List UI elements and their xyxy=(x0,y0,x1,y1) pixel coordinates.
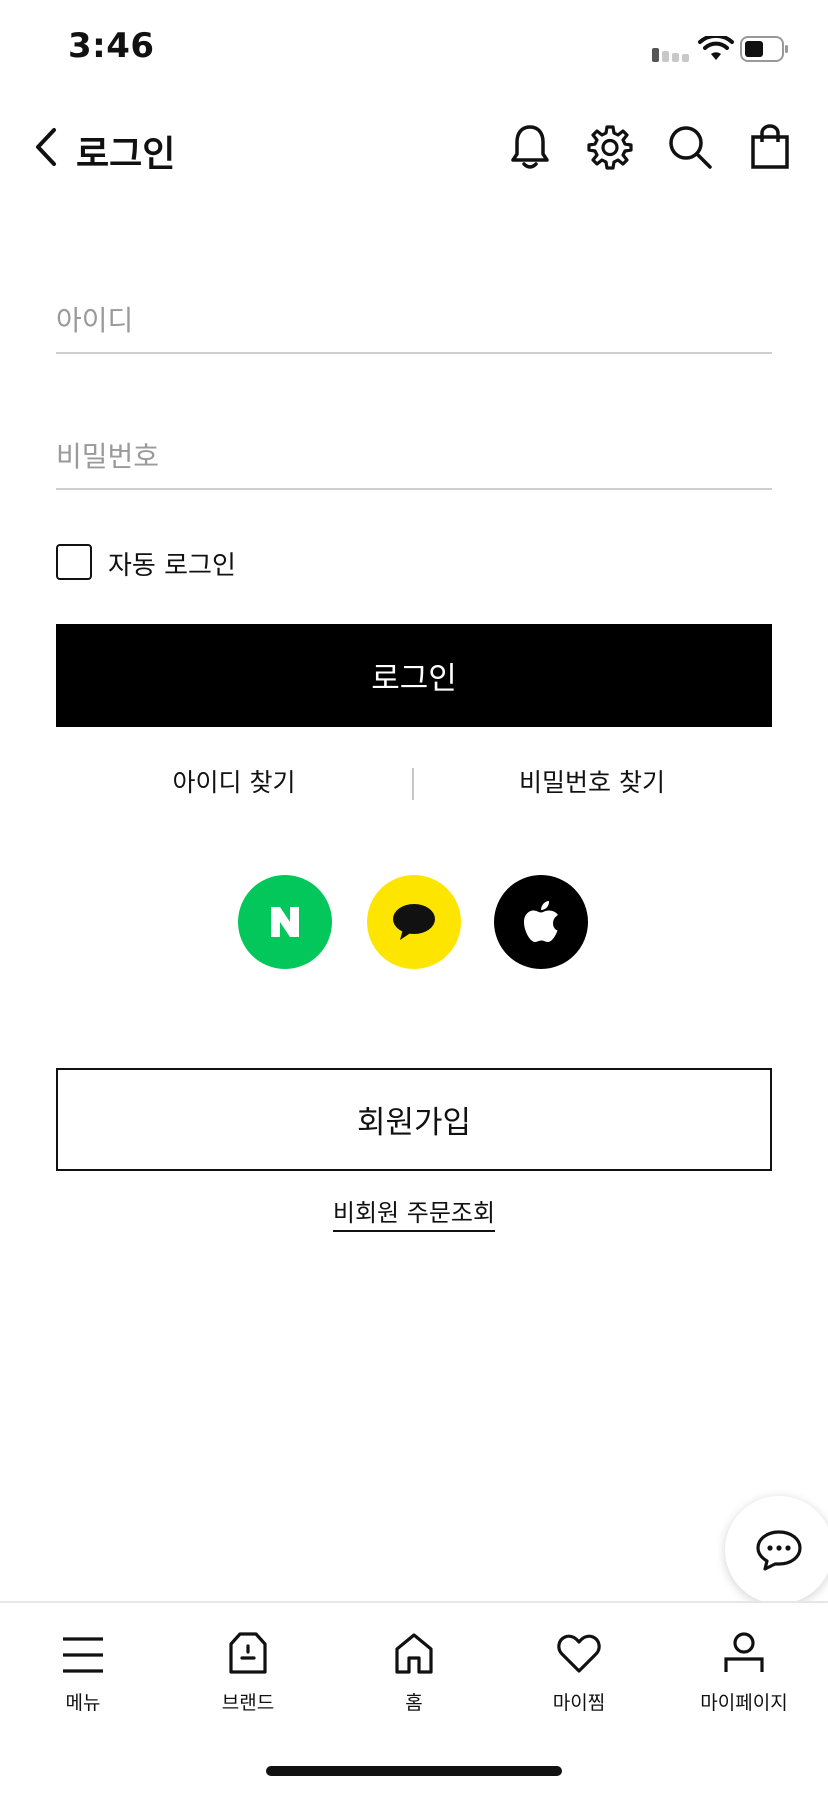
notification-button[interactable] xyxy=(506,122,554,172)
chat-button[interactable] xyxy=(725,1496,828,1604)
login-button[interactable]: 로그인 xyxy=(56,624,772,727)
tab-menu[interactable]: 메뉴 xyxy=(8,1622,158,1715)
cellular-signal-icon xyxy=(652,48,689,62)
shopping-bag-icon xyxy=(751,124,789,169)
password-input[interactable] xyxy=(56,428,772,484)
tab-label: 메뉴 xyxy=(65,1692,101,1714)
home-indicator[interactable] xyxy=(266,1766,562,1776)
kakao-login-button[interactable] xyxy=(367,875,461,969)
id-input[interactable] xyxy=(56,292,772,348)
tab-wishlist[interactable]: 마이찜 xyxy=(504,1622,654,1715)
guest-order-link[interactable]: 비회원 주문조회 xyxy=(0,1193,828,1232)
tab-label: 마이찜 xyxy=(552,1692,606,1714)
status-time: 3:46 xyxy=(68,26,155,66)
guest-order-label[interactable]: 비회원 주문조회 xyxy=(332,1199,496,1232)
menu-icon xyxy=(63,1637,103,1673)
password-field[interactable] xyxy=(56,428,772,490)
tag-icon xyxy=(229,1632,267,1674)
tab-label: 홈 xyxy=(405,1692,423,1714)
cart-button[interactable] xyxy=(746,122,794,172)
find-password-link[interactable]: 비밀번호 찾기 xyxy=(442,763,742,799)
id-field[interactable] xyxy=(56,292,772,354)
naver-n-icon xyxy=(271,907,299,937)
tab-home[interactable]: 홈 xyxy=(339,1622,489,1715)
tab-label: 마이페이지 xyxy=(700,1692,788,1714)
find-id-link[interactable]: 아이디 찾기 xyxy=(84,763,384,799)
naver-login-button[interactable] xyxy=(238,875,332,969)
apple-login-button[interactable] xyxy=(494,875,588,969)
auto-login-label[interactable]: 자동 로그인 xyxy=(108,545,236,582)
bell-icon xyxy=(511,125,549,169)
link-divider xyxy=(412,768,414,800)
wifi-icon xyxy=(698,36,734,60)
tab-label: 브랜드 xyxy=(221,1692,275,1714)
settings-button[interactable] xyxy=(586,122,634,172)
kakao-speech-bubble-icon xyxy=(393,904,435,940)
heart-icon xyxy=(557,1634,601,1673)
tab-mypage[interactable]: 마이페이지 xyxy=(669,1622,819,1715)
signup-button[interactable]: 회원가입 xyxy=(56,1068,772,1171)
gear-icon xyxy=(587,125,633,170)
back-chevron-icon[interactable] xyxy=(32,126,62,168)
auto-login-checkbox[interactable] xyxy=(56,544,92,580)
search-button[interactable] xyxy=(666,122,714,172)
apple-logo-icon xyxy=(524,901,558,942)
chat-bubble-icon xyxy=(756,1530,802,1571)
tab-brand[interactable]: 브랜드 xyxy=(173,1622,323,1715)
battery-icon xyxy=(740,36,788,62)
home-icon xyxy=(395,1633,433,1674)
search-icon xyxy=(669,126,712,169)
person-icon xyxy=(724,1632,764,1672)
page-title: 로그인 xyxy=(76,134,176,175)
